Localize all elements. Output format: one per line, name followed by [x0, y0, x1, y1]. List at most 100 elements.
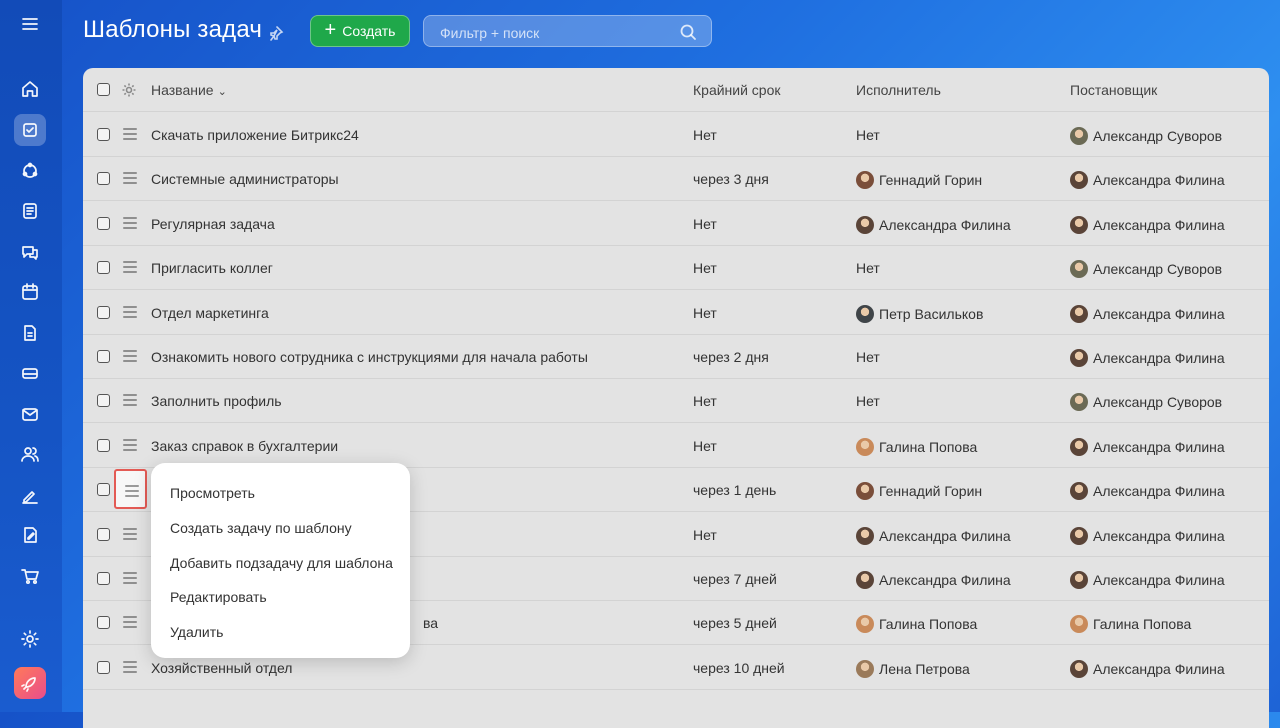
forms-icon[interactable]: [14, 519, 46, 551]
creator-name[interactable]: Александр Суворов: [1093, 261, 1222, 277]
feed-icon[interactable]: [14, 195, 46, 227]
responsible-name[interactable]: Александра Филина: [879, 572, 1011, 588]
row-checkbox[interactable]: [97, 438, 110, 452]
creator-name[interactable]: Александра Филина: [1093, 661, 1225, 677]
table-row[interactable]: Заполнить профиль Нет Нет Александр Суворов: [83, 379, 1269, 424]
row-checkbox[interactable]: [97, 616, 110, 630]
drag-handle-icon[interactable]: [123, 527, 137, 540]
select-all-checkbox[interactable]: [97, 83, 110, 96]
responsible-name[interactable]: Галина Попова: [879, 439, 977, 455]
drag-handle-icon[interactable]: [123, 350, 137, 362]
template-name[interactable]: Системные администраторы: [151, 171, 339, 187]
responsible-name[interactable]: Александра Филина: [879, 217, 1011, 233]
responsible-name[interactable]: Галина Попова: [879, 616, 977, 632]
calendar-icon[interactable]: [14, 276, 46, 308]
drag-handle-icon[interactable]: [123, 394, 137, 407]
drive-icon[interactable]: [14, 357, 46, 389]
responsible-name[interactable]: Лена Петрова: [879, 661, 970, 677]
column-header-deadline[interactable]: Крайний срок: [693, 82, 781, 98]
menu-item-delete[interactable]: Удалить: [170, 624, 223, 640]
template-name[interactable]: Пригласить коллег: [151, 260, 273, 276]
template-name[interactable]: Ознакомить нового сотрудника с инструкци…: [151, 349, 588, 365]
creator-name[interactable]: Александр Суворов: [1093, 394, 1222, 410]
table-row[interactable]: Скачать приложение Битрикс24 Нет Нет Алекса…: [83, 113, 1269, 157]
drag-handle-icon[interactable]: [123, 572, 137, 584]
template-name[interactable]: Скачать приложение Битрикс24: [151, 127, 359, 143]
menu-item-create-task[interactable]: Создать задачу по шаблону: [170, 520, 352, 536]
menu-icon[interactable]: [14, 8, 46, 40]
table-row[interactable]: Пригласить коллег Нет Нет Александр Суворов: [83, 246, 1269, 291]
row-checkbox[interactable]: [97, 216, 110, 230]
creator-name[interactable]: Александра Филина: [1093, 528, 1225, 544]
home-icon[interactable]: [14, 73, 46, 105]
creator-name[interactable]: Александра Филина: [1093, 172, 1225, 188]
search-input[interactable]: [438, 22, 672, 44]
creator-name[interactable]: Александра Филина: [1093, 217, 1225, 233]
drag-handle-icon[interactable]: [123, 261, 137, 274]
drag-handle-icon[interactable]: [123, 216, 137, 229]
menu-item-view[interactable]: Просмотреть: [170, 485, 255, 501]
tasks-icon[interactable]: [14, 114, 46, 146]
row-checkbox[interactable]: [97, 527, 110, 541]
menu-item-add-subtask[interactable]: Добавить подзадачу для шаблона: [170, 555, 393, 571]
documents-icon[interactable]: [14, 317, 46, 349]
responsible-name[interactable]: Нет: [856, 127, 880, 143]
search-icon[interactable]: [679, 23, 697, 41]
drag-handle-icon[interactable]: [123, 128, 137, 140]
rocket-icon[interactable]: [14, 667, 46, 699]
row-checkbox[interactable]: [97, 350, 110, 363]
creator-name[interactable]: Александра Филина: [1093, 483, 1225, 499]
creator-name[interactable]: Александр Суворов: [1093, 128, 1222, 144]
table-row[interactable]: Системные администраторы через 3 дня Генна…: [83, 157, 1269, 202]
drag-handle-icon[interactable]: [123, 305, 137, 318]
responsible-name[interactable]: Петр Васильков: [879, 306, 983, 322]
responsible-name[interactable]: Геннадий Горин: [879, 172, 982, 188]
responsible-name[interactable]: Геннадий Горин: [879, 483, 982, 499]
drag-handle-icon[interactable]: [123, 616, 137, 629]
row-checkbox[interactable]: [97, 660, 110, 674]
create-button[interactable]: + Создать: [310, 15, 410, 47]
chat-icon[interactable]: [14, 236, 46, 268]
sign-icon[interactable]: [14, 479, 46, 511]
row-checkbox[interactable]: [97, 483, 110, 497]
mail-icon[interactable]: [14, 398, 46, 430]
template-name[interactable]: Отдел маркетинга: [151, 305, 269, 321]
drag-handle-icon[interactable]: [123, 660, 137, 673]
creator-name[interactable]: Галина Попова: [1093, 616, 1191, 632]
creator-name[interactable]: Александра Филина: [1093, 439, 1225, 455]
responsible-name[interactable]: Нет: [856, 260, 880, 276]
table-row[interactable]: Регулярная задача Нет Александра Филина Але…: [83, 202, 1269, 246]
template-name[interactable]: Заказ справок в бухгалтерии: [151, 438, 338, 454]
row-checkbox[interactable]: [97, 572, 110, 585]
menu-item-edit[interactable]: Редактировать: [170, 589, 267, 605]
creator-name[interactable]: Александра Филина: [1093, 350, 1225, 366]
column-header-name[interactable]: Название ⌄: [151, 82, 227, 98]
drag-handle-icon[interactable]: [123, 438, 137, 451]
row-checkbox[interactable]: [97, 172, 110, 186]
row-menu-handle-highlighted[interactable]: [114, 469, 147, 509]
row-checkbox[interactable]: [97, 128, 110, 141]
shop-icon[interactable]: [14, 560, 46, 592]
table-row[interactable]: Заказ справок в бухгалтерии Нет Галина Поп…: [83, 424, 1269, 468]
responsible-name[interactable]: Нет: [856, 349, 880, 365]
contacts-icon[interactable]: [14, 438, 46, 470]
template-name[interactable]: Заполнить профиль: [151, 393, 282, 409]
row-checkbox[interactable]: [97, 305, 110, 319]
settings-icon[interactable]: [14, 623, 46, 655]
column-header-responsible[interactable]: Исполнитель: [856, 82, 941, 98]
filter-search[interactable]: [423, 15, 712, 47]
creator-name[interactable]: Александра Филина: [1093, 572, 1225, 588]
column-header-creator[interactable]: Постановщик: [1070, 82, 1157, 98]
pin-icon[interactable]: [268, 25, 284, 41]
template-name[interactable]: ва: [423, 615, 438, 631]
responsible-name[interactable]: Александра Филина: [879, 528, 1011, 544]
table-row[interactable]: Ознакомить нового сотрудника с инструкци…: [83, 335, 1269, 379]
drag-handle-icon[interactable]: [123, 172, 137, 185]
groups-icon[interactable]: [14, 155, 46, 187]
row-checkbox[interactable]: [97, 261, 110, 275]
template-name[interactable]: Хозяйственный отдел: [151, 660, 292, 676]
responsible-name[interactable]: Нет: [856, 393, 880, 409]
table-row[interactable]: Отдел маркетинга Нет Петр Васильков Алексан…: [83, 291, 1269, 335]
row-checkbox[interactable]: [97, 394, 110, 408]
template-name[interactable]: Регулярная задача: [151, 216, 275, 232]
